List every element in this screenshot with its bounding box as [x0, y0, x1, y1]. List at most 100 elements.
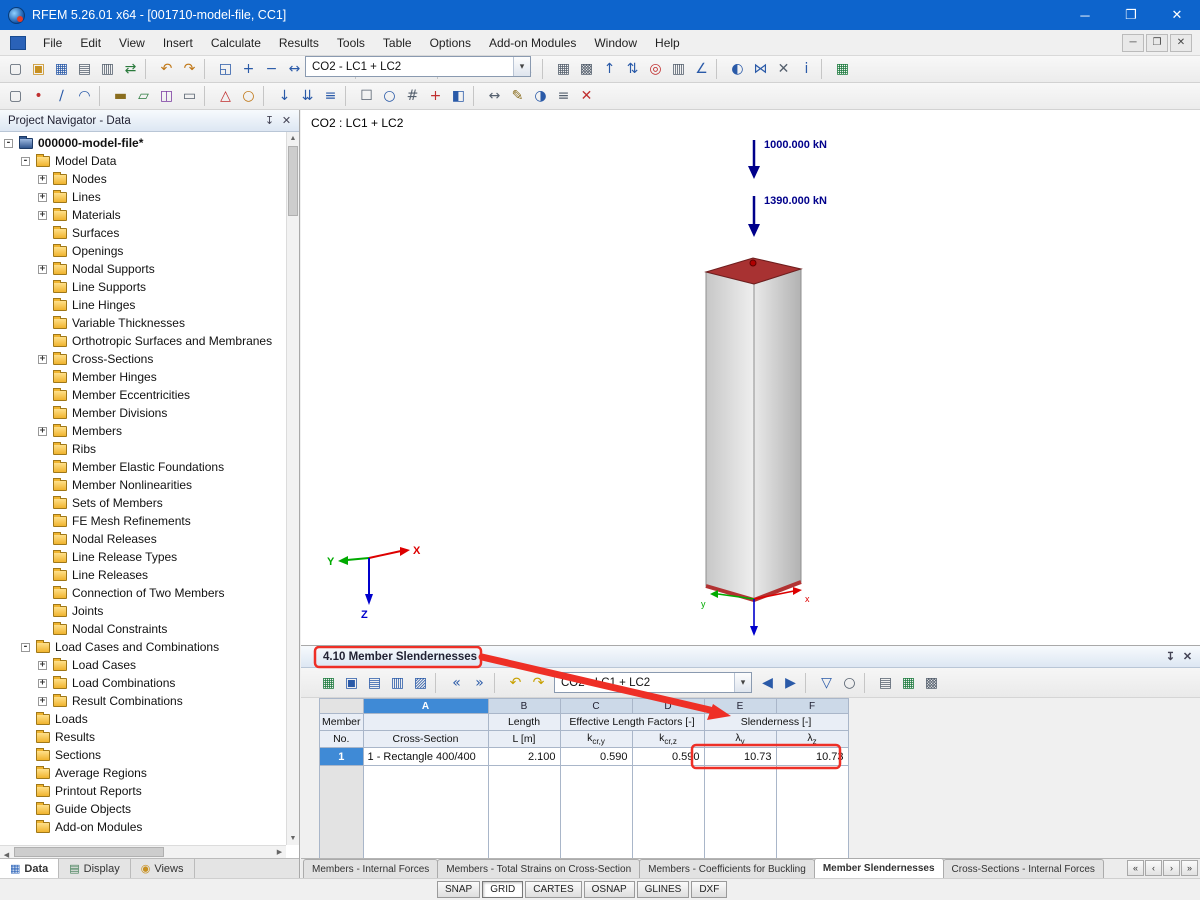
toolbar-icon[interactable] [204, 59, 211, 79]
tree-expander-icon[interactable]: - [4, 138, 13, 148]
status-toggle-button[interactable]: GLINES [636, 881, 690, 898]
toolbar-icon[interactable] [263, 86, 270, 106]
new-file-icon[interactable]: ▢ [4, 58, 27, 80]
tree-item[interactable]: Guide Objects [0, 800, 286, 818]
tree-item[interactable]: + Members [0, 422, 286, 440]
work-plane-icon[interactable]: ◧ [447, 85, 470, 107]
menu-item[interactable]: Tools [328, 32, 374, 54]
tree-item[interactable]: Variable Thicknesses [0, 314, 286, 332]
draw-line-icon[interactable]: ∕ [50, 85, 73, 107]
draw-node-icon[interactable]: • [27, 85, 50, 107]
tree-item[interactable]: Member Eccentricities [0, 386, 286, 404]
tree-item[interactable]: Orthotropic Surfaces and Membranes [0, 332, 286, 350]
grid-icon[interactable]: # [401, 85, 424, 107]
tree-item[interactable]: Sections [0, 746, 286, 764]
toolbar-icon[interactable] [145, 59, 152, 79]
tree-item[interactable]: - 000000-model-file* [0, 134, 286, 152]
nav-tab-views[interactable]: ◉ Views [130, 859, 195, 878]
undo-icon[interactable]: ↶ [155, 58, 178, 80]
mdi-window-button[interactable]: ❐ [1146, 33, 1168, 52]
search-icon[interactable]: ○ [838, 672, 861, 694]
zoom-out-icon[interactable]: − [260, 58, 283, 80]
tree-item[interactable]: Member Nonlinearities [0, 476, 286, 494]
menu-item[interactable]: File [34, 32, 71, 54]
visibility-icon[interactable]: ◐ [726, 58, 749, 80]
table-toolbar-icon[interactable] [864, 672, 871, 693]
tree-item[interactable]: Line Release Types [0, 548, 286, 566]
menu-item[interactable]: Window [585, 32, 646, 54]
last-table-tab-button[interactable]: » [1181, 860, 1198, 876]
result-rows-icon[interactable]: ▨ [409, 672, 432, 694]
close-icon[interactable]: ✕ [1179, 649, 1196, 665]
tree-expander-icon[interactable]: + [38, 426, 47, 436]
model-viewport[interactable]: CO2 : LC1 + LC2 1000.000 kN 1390.000 kN … [301, 110, 1200, 645]
length-cell[interactable]: 2.100 [487, 747, 561, 766]
tree-expander-icon[interactable]: + [38, 210, 47, 220]
member-hinge-icon[interactable]: ○ [237, 85, 260, 107]
measure-icon[interactable]: ∠ [690, 58, 713, 80]
menu-item[interactable]: Options [421, 32, 480, 54]
cross-section-cell[interactable]: 1 - Rectangle 400/400 [362, 747, 489, 766]
tree-item[interactable]: Loads [0, 710, 286, 728]
next-table-icon[interactable]: ▶ [779, 672, 802, 694]
table-toolbar-icon[interactable] [494, 672, 501, 693]
zoom-all-icon[interactable]: ○ [378, 85, 401, 107]
mdi-window-button[interactable]: ✕ [1170, 33, 1192, 52]
toolbar-icon[interactable] [716, 59, 723, 79]
new-member-icon[interactable]: ▬ [109, 85, 132, 107]
table-tab[interactable]: Members - Internal Forces [303, 859, 439, 878]
tree-item[interactable]: + Cross-Sections [0, 350, 286, 368]
tree-item[interactable]: Printout Reports [0, 782, 286, 800]
new-solid-icon[interactable]: ◫ [155, 85, 178, 107]
lambda-z-cell[interactable]: 10.73 [775, 747, 849, 766]
filter-icon[interactable]: ▽ [815, 672, 838, 694]
status-toggle-button[interactable]: GRID [482, 881, 524, 898]
pan-view-icon[interactable]: ↔ [283, 58, 306, 80]
print-preview-icon[interactable]: ▥ [96, 58, 119, 80]
tree-item[interactable]: Sets of Members [0, 494, 286, 512]
swap-icon[interactable]: ⇅ [621, 58, 644, 80]
save-icon[interactable]: ▦ [50, 58, 73, 80]
row-number-cell[interactable]: 1 [319, 747, 364, 766]
kcrz-cell[interactable]: 0.590 [631, 747, 705, 766]
expand-table-icon[interactable]: ▣ [340, 672, 363, 694]
chevron-down-icon[interactable]: ▾ [513, 57, 530, 76]
menu-item[interactable]: Calculate [202, 32, 270, 54]
navigator-vertical-scrollbar[interactable]: ▲ ▼ [286, 132, 299, 845]
table-corner-cell[interactable] [319, 698, 364, 714]
menu-item[interactable]: Table [374, 32, 421, 54]
draw-arc-icon[interactable]: ◠ [73, 85, 96, 107]
excel-icon[interactable]: ▦ [831, 58, 854, 80]
layers-icon[interactable]: ≡ [552, 85, 575, 107]
excel-export-icon[interactable]: ▦ [897, 672, 920, 694]
tree-expander-icon[interactable]: + [38, 174, 47, 184]
table-toolbar-icon[interactable] [435, 672, 442, 693]
tree-expander-icon[interactable]: + [38, 192, 47, 202]
tree-item[interactable]: Line Hinges [0, 296, 286, 314]
tree-expander-icon[interactable]: - [21, 642, 30, 652]
export-icon[interactable]: ⇄ [119, 58, 142, 80]
target-icon[interactable]: ◎ [644, 58, 667, 80]
menu-item[interactable]: Help [646, 32, 689, 54]
load-case-combobox[interactable]: CO2 - LC1 + LC2 ▾ [305, 56, 531, 77]
previous-table-icon[interactable]: ◀ [756, 672, 779, 694]
tree-item[interactable]: Ribs [0, 440, 286, 458]
kcry-cell[interactable]: 0.590 [559, 747, 633, 766]
close-button[interactable]: ✕ [1154, 0, 1200, 30]
tree-expander-icon[interactable]: + [38, 678, 47, 688]
tree-item[interactable]: Nodal Releases [0, 530, 286, 548]
move-up-icon[interactable]: ↑ [598, 58, 621, 80]
table-load-case-combobox[interactable]: CO2 - LC1 + LC2 ▾ [554, 672, 752, 693]
print-icon[interactable]: ▤ [874, 672, 897, 694]
first-table-tab-button[interactable]: « [1127, 860, 1144, 876]
table-tab[interactable]: Cross-Sections - Internal Forces [942, 859, 1104, 878]
new-opening-icon[interactable]: ▭ [178, 85, 201, 107]
close-icon[interactable]: ✕ [278, 113, 295, 129]
maximize-button[interactable]: ❐ [1108, 0, 1154, 30]
nodal-support-icon[interactable]: △ [214, 85, 237, 107]
visibility-mode-icon[interactable]: ◑ [529, 85, 552, 107]
table-settings-icon[interactable]: ▦ [317, 672, 340, 694]
tree-item[interactable]: FE Mesh Refinements [0, 512, 286, 530]
delete-icon[interactable]: ✕ [575, 85, 598, 107]
cut-plane-icon[interactable]: ✕ [772, 58, 795, 80]
